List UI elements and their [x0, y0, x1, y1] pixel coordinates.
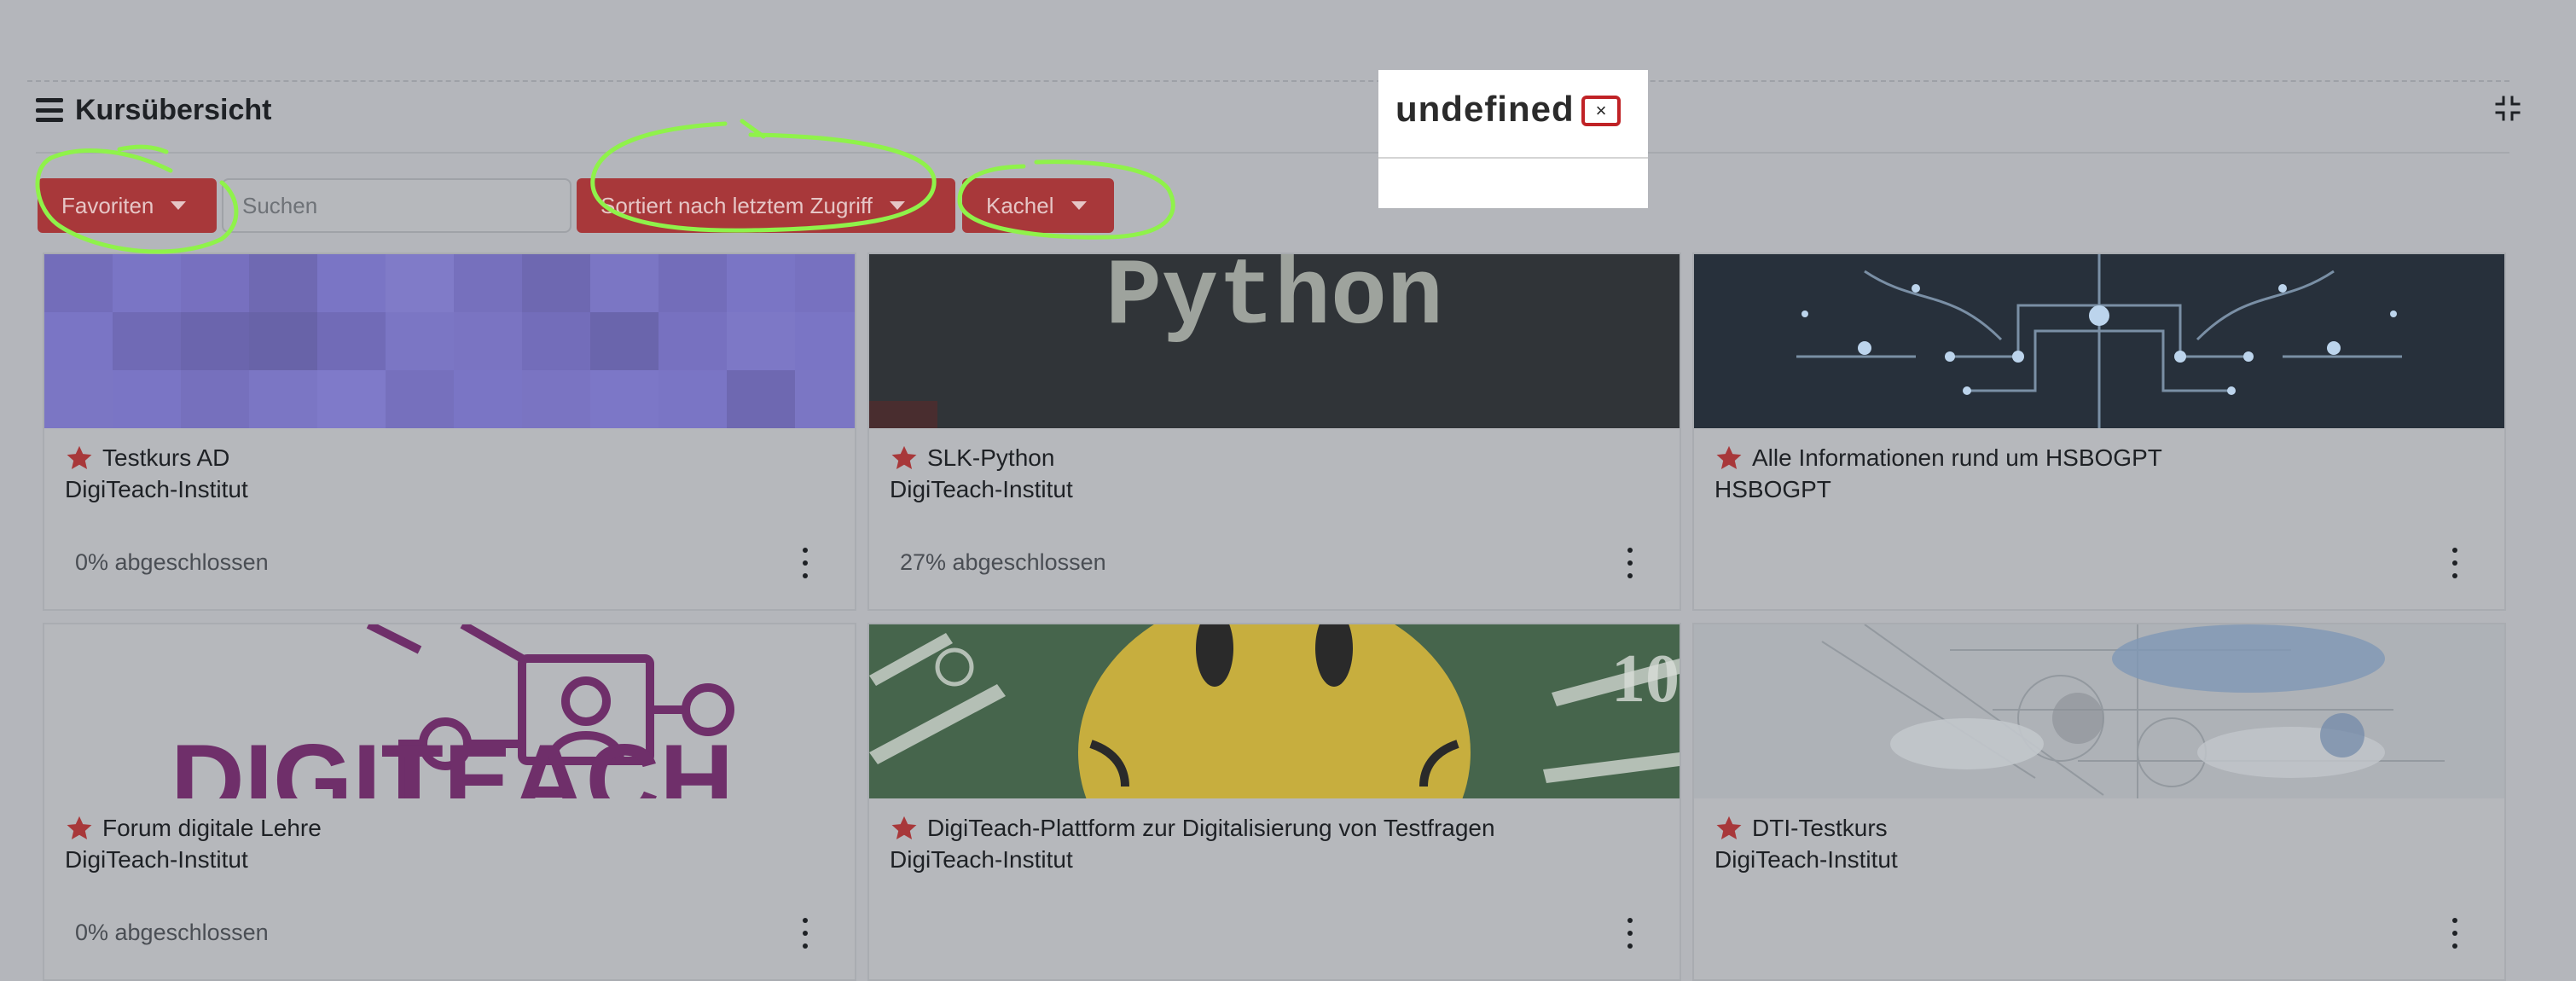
course-progress: 0% abgeschlossen: [75, 549, 269, 575]
top-divider: [27, 80, 2509, 82]
course-name[interactable]: Forum digitale Lehre: [102, 815, 322, 842]
vertical-dots-icon[interactable]: [1622, 548, 1639, 578]
collapse-icon[interactable]: [2494, 95, 2521, 122]
vertical-dots-icon[interactable]: [2446, 918, 2463, 949]
vertical-dots-icon[interactable]: [797, 548, 814, 578]
star-icon[interactable]: [1714, 444, 1743, 473]
svg-text:10: 10: [1611, 641, 1680, 717]
course-name[interactable]: Alle Informationen rund um HSBOGPT: [1752, 444, 2162, 472]
course-card[interactable]: Python SLK-Python DigiTeach-Institut 27%…: [867, 253, 1681, 611]
sort-dropdown[interactable]: Sortiert nach letztem Zugriff: [577, 178, 955, 233]
course-image[interactable]: Python: [869, 254, 1680, 428]
course-image[interactable]: [1694, 254, 2504, 428]
search-input[interactable]: [222, 178, 571, 233]
hamburger-icon[interactable]: [36, 98, 63, 122]
course-image[interactable]: 10: [869, 624, 1680, 798]
vertical-dots-icon[interactable]: [797, 918, 814, 949]
course-category: DigiTeach-Institut: [890, 476, 1073, 502]
vertical-dots-icon[interactable]: [2446, 548, 2463, 578]
star-icon[interactable]: [1714, 814, 1743, 843]
sort-label: Sortiert nach letztem Zugriff: [600, 192, 873, 218]
modal-divider: [1378, 157, 1648, 159]
course-name[interactable]: DTI-Testkurs: [1752, 815, 1888, 842]
caret-down-icon: [889, 201, 905, 210]
vertical-dots-icon[interactable]: [1622, 918, 1639, 949]
course-card[interactable]: DIGITEACH Forum digitale Lehre DigiTeach…: [43, 623, 856, 981]
course-card[interactable]: 10 DigiTeach-Plattform zur Digitalisieru…: [867, 623, 1681, 981]
view-label: Kachel: [986, 192, 1054, 218]
course-progress: 27% abgeschlossen: [900, 549, 1106, 575]
caret-down-icon: [171, 201, 187, 210]
course-category: DigiTeach-Institut: [65, 846, 248, 873]
course-card[interactable]: Alle Informationen rund um HSBOGPT HSBOG…: [1692, 253, 2506, 611]
course-image[interactable]: [44, 254, 855, 428]
block-header: Kursübersicht: [36, 89, 272, 131]
page-title: Kursübersicht: [75, 93, 272, 126]
view-dropdown[interactable]: Kachel: [962, 178, 1114, 233]
modal-title: undefined: [1395, 89, 1575, 129]
course-name[interactable]: Testkurs AD: [102, 444, 229, 472]
star-icon[interactable]: [65, 444, 94, 473]
course-progress: 0% abgeschlossen: [75, 920, 269, 945]
course-card[interactable]: DTI-Testkurs DigiTeach-Institut: [1692, 623, 2506, 981]
header-divider: [36, 152, 2509, 154]
star-icon[interactable]: [65, 814, 94, 843]
course-name[interactable]: SLK-Python: [927, 444, 1054, 472]
course-category: HSBOGPT: [1714, 476, 1831, 502]
course-category: DigiTeach-Institut: [65, 476, 248, 502]
digiteach-image-text: DIGITEACH: [171, 723, 734, 798]
caret-down-icon: [1070, 201, 1087, 210]
filter-label: Favoriten: [61, 192, 154, 218]
course-name[interactable]: DigiTeach-Plattform zur Digitalisierung …: [927, 815, 1495, 842]
filter-dropdown[interactable]: Favoriten: [38, 178, 217, 233]
modal-dialog: undefined ×: [1378, 70, 1648, 208]
course-image[interactable]: DIGITEACH: [44, 624, 855, 798]
star-icon[interactable]: [890, 444, 919, 473]
python-image-text: Python: [1105, 254, 1443, 351]
course-image[interactable]: [1694, 624, 2504, 798]
course-category: DigiTeach-Institut: [1714, 846, 1898, 873]
course-card[interactable]: Testkurs AD DigiTeach-Institut 0% abgesc…: [43, 253, 856, 611]
close-button[interactable]: ×: [1581, 96, 1621, 126]
star-icon[interactable]: [890, 814, 919, 843]
course-category: DigiTeach-Institut: [890, 846, 1073, 873]
